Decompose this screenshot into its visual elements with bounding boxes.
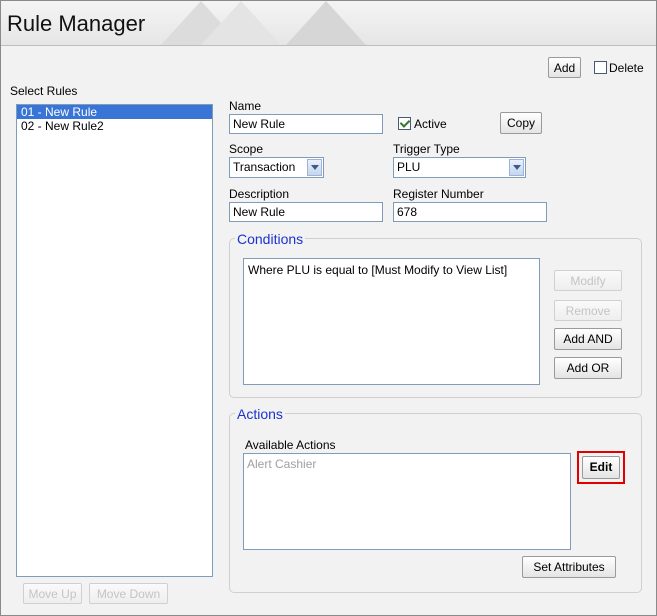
- decorative-shape: [286, 1, 366, 45]
- copy-button[interactable]: Copy: [500, 112, 542, 134]
- delete-checkbox[interactable]: [594, 61, 607, 74]
- actions-title: Actions: [235, 406, 285, 422]
- conditions-title: Conditions: [235, 231, 306, 247]
- chevron-down-icon: [509, 159, 524, 176]
- description-field[interactable]: New Rule: [229, 202, 383, 222]
- set-attributes-button[interactable]: Set Attributes: [522, 556, 616, 578]
- trigger-type-label: Trigger Type: [393, 142, 460, 156]
- rule-manager-window: Rule Manager Add Delete Select Rules 01 …: [0, 0, 657, 616]
- modify-button[interactable]: Modify: [554, 270, 622, 291]
- register-number-field[interactable]: 678: [393, 202, 547, 222]
- available-actions-label: Available Actions: [245, 438, 336, 452]
- select-rules-label: Select Rules: [10, 84, 78, 98]
- action-item[interactable]: Alert Cashier: [247, 457, 316, 471]
- delete-label: Delete: [609, 61, 644, 75]
- rule-list-item[interactable]: 02 - New Rule2: [17, 119, 212, 133]
- add-or-button[interactable]: Add OR: [554, 357, 622, 379]
- trigger-type-select[interactable]: PLU: [393, 157, 526, 178]
- active-label: Active: [414, 117, 447, 131]
- scope-label: Scope: [229, 142, 264, 156]
- trigger-type-select-value: PLU: [397, 160, 421, 174]
- move-up-button[interactable]: Move Up: [23, 583, 82, 604]
- conditions-listbox[interactable]: Where PLU is equal to [Must Modify to Vi…: [243, 258, 540, 385]
- add-and-button[interactable]: Add AND: [554, 328, 622, 350]
- page-title: Rule Manager: [7, 11, 146, 36]
- condition-item[interactable]: Where PLU is equal to [Must Modify to Vi…: [248, 263, 507, 277]
- title-bar: Rule Manager: [1, 1, 656, 46]
- add-rule-button[interactable]: Add: [548, 57, 581, 78]
- move-down-button[interactable]: Move Down: [89, 583, 168, 604]
- rules-listbox[interactable]: 01 - New Rule 02 - New Rule2: [16, 104, 213, 577]
- name-label: Name: [229, 99, 262, 113]
- scope-select-value: Transaction: [233, 160, 296, 174]
- remove-button[interactable]: Remove: [554, 300, 622, 321]
- name-field[interactable]: New Rule: [229, 114, 383, 134]
- scope-select[interactable]: Transaction: [229, 157, 324, 178]
- register-number-label: Register Number: [393, 187, 484, 201]
- decorative-shape: [201, 1, 281, 45]
- chevron-down-icon: [307, 159, 322, 176]
- available-actions-listbox[interactable]: Alert Cashier: [243, 453, 571, 550]
- edit-button[interactable]: Edit: [582, 456, 620, 479]
- active-checkbox[interactable]: [398, 117, 411, 130]
- description-label: Description: [229, 187, 290, 201]
- rule-list-item[interactable]: 01 - New Rule: [17, 105, 212, 119]
